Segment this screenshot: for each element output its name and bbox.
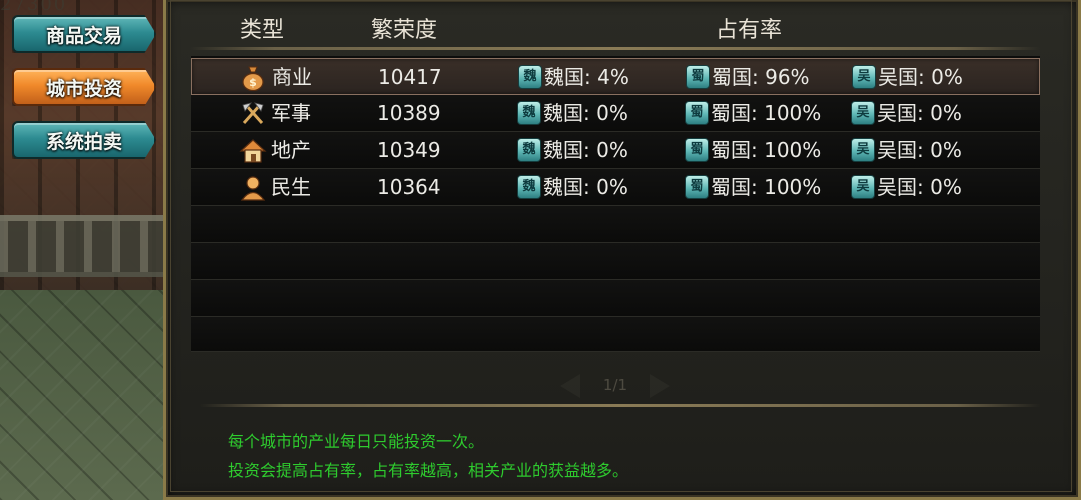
column-header-prosperity: 繁荣度 bbox=[371, 18, 438, 43]
shu-badge-icon: 蜀 bbox=[685, 138, 709, 162]
wu-badge-icon: 吴 bbox=[852, 65, 876, 89]
shu-share: 蜀蜀国: 100% bbox=[685, 95, 821, 132]
header-divider bbox=[190, 47, 1040, 50]
wu-share-text: 吴国: 0% bbox=[877, 101, 962, 125]
shu-badge-icon: 蜀 bbox=[685, 175, 709, 199]
svg-text:$: $ bbox=[249, 76, 257, 89]
row-type: 商业 bbox=[272, 65, 312, 89]
wu-share-text: 吴国: 0% bbox=[877, 175, 962, 199]
tip-line: 每个城市的产业每日只能投资一次。 bbox=[228, 432, 485, 451]
house-icon bbox=[239, 138, 267, 164]
shu-share: 蜀蜀国: 100% bbox=[685, 132, 821, 169]
wei-share-text: 魏国: 0% bbox=[543, 101, 628, 125]
shu-share-text: 蜀国: 100% bbox=[711, 101, 822, 125]
wu-share: 吴吴国: 0% bbox=[851, 95, 962, 132]
investment-table: $ 商业 10417 魏魏国: 4% 蜀蜀国: 96% 吴吴国: 0% 军事 1… bbox=[191, 56, 1040, 352]
person-icon bbox=[239, 175, 267, 201]
tab-goods-trade[interactable]: 商品交易 bbox=[12, 15, 156, 53]
crossed-axes-icon bbox=[239, 101, 267, 127]
table-row[interactable]: 地产 10349 魏魏国: 0% 蜀蜀国: 100% 吴吴国: 0% bbox=[191, 132, 1040, 169]
wei-share-text: 魏国: 4% bbox=[544, 65, 629, 89]
tab-label: 商品交易 bbox=[45, 24, 122, 47]
tab-label: 系统拍卖 bbox=[45, 130, 122, 153]
background-number: 27300 bbox=[0, 0, 68, 15]
wei-share: 魏魏国: 0% bbox=[517, 132, 628, 169]
tab-system-auction[interactable]: 系统拍卖 bbox=[12, 121, 156, 159]
wu-badge-icon: 吴 bbox=[851, 138, 875, 162]
column-header-type: 类型 bbox=[240, 18, 285, 43]
wu-badge-icon: 吴 bbox=[851, 101, 875, 125]
empty-row bbox=[191, 280, 1040, 317]
row-type: 地产 bbox=[271, 138, 311, 162]
shu-badge-icon: 蜀 bbox=[685, 101, 709, 125]
wei-badge-icon: 魏 bbox=[518, 65, 542, 89]
footer-divider bbox=[200, 404, 1040, 407]
wei-share: 魏魏国: 0% bbox=[517, 95, 628, 132]
prev-page-arrow-icon[interactable] bbox=[560, 374, 580, 398]
wu-share-text: 吴国: 0% bbox=[877, 138, 962, 162]
wu-badge-icon: 吴 bbox=[851, 175, 875, 199]
background-railing bbox=[0, 215, 175, 277]
tab-city-investment[interactable]: 城市投资 bbox=[12, 68, 156, 106]
wu-share: 吴吴国: 0% bbox=[851, 132, 962, 169]
table-row[interactable]: $ 商业 10417 魏魏国: 4% 蜀蜀国: 96% 吴吴国: 0% bbox=[191, 58, 1040, 95]
wu-share: 吴吴国: 0% bbox=[852, 59, 963, 96]
empty-row bbox=[191, 243, 1040, 280]
row-type: 民生 bbox=[271, 175, 311, 199]
table-row[interactable]: 军事 10389 魏魏国: 0% 蜀蜀国: 100% 吴吴国: 0% bbox=[191, 95, 1040, 132]
shu-share-text: 蜀国: 100% bbox=[711, 175, 822, 199]
pagination: 1/1 bbox=[560, 372, 670, 400]
wei-share-text: 魏国: 0% bbox=[543, 138, 628, 162]
shu-share-text: 蜀国: 96% bbox=[712, 65, 810, 89]
empty-row bbox=[191, 206, 1040, 243]
shu-share: 蜀蜀国: 100% bbox=[685, 169, 821, 206]
tab-label: 城市投资 bbox=[45, 77, 122, 100]
page-indicator: 1/1 bbox=[602, 376, 628, 394]
wei-share: 魏魏国: 0% bbox=[517, 169, 628, 206]
wei-badge-icon: 魏 bbox=[517, 101, 541, 125]
wei-share: 魏魏国: 4% bbox=[518, 59, 629, 96]
wei-badge-icon: 魏 bbox=[517, 138, 541, 162]
empty-row bbox=[191, 317, 1040, 352]
money-bag-icon: $ bbox=[239, 65, 267, 91]
wei-share-text: 魏国: 0% bbox=[543, 175, 628, 199]
row-prosperity: 10389 bbox=[377, 101, 441, 125]
shu-badge-icon: 蜀 bbox=[686, 65, 710, 89]
wu-share-text: 吴国: 0% bbox=[878, 65, 963, 89]
row-type: 军事 bbox=[271, 101, 311, 125]
wu-share: 吴吴国: 0% bbox=[851, 169, 962, 206]
row-prosperity: 10364 bbox=[377, 175, 441, 199]
table-row[interactable]: 民生 10364 魏魏国: 0% 蜀蜀国: 100% 吴吴国: 0% bbox=[191, 169, 1040, 206]
column-header-share: 占有率 bbox=[716, 18, 783, 43]
wei-badge-icon: 魏 bbox=[517, 175, 541, 199]
next-page-arrow-icon[interactable] bbox=[650, 374, 670, 398]
tip-line: 投资会提高占有率，占有率越高，相关产业的获益越多。 bbox=[228, 461, 629, 480]
shu-share: 蜀蜀国: 96% bbox=[686, 59, 810, 96]
row-prosperity: 10417 bbox=[378, 65, 442, 89]
row-prosperity: 10349 bbox=[377, 138, 441, 162]
shu-share-text: 蜀国: 100% bbox=[711, 138, 822, 162]
